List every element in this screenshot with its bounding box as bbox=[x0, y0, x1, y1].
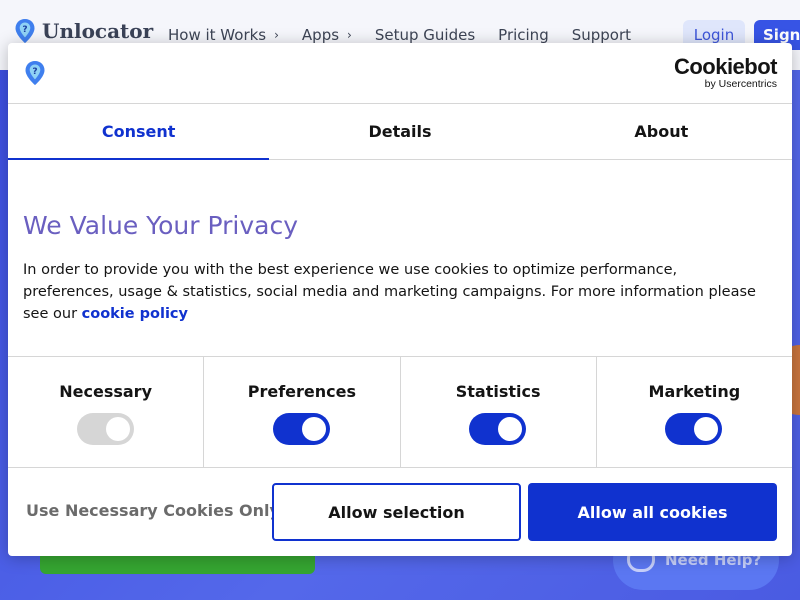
toggle-cell-marketing: Marketing bbox=[597, 357, 792, 467]
tab-about[interactable]: About bbox=[531, 104, 792, 159]
cookie-policy-link[interactable]: cookie policy bbox=[82, 306, 188, 322]
toggle-cell-necessary: Necessary bbox=[8, 357, 205, 467]
nav-item-how-it-works[interactable]: How it Works › bbox=[168, 26, 279, 44]
toggle-knob bbox=[694, 417, 719, 441]
cookie-consent-dialog: ? Cookiebot by Usercentrics Consent Deta… bbox=[8, 43, 792, 556]
nav-item-label: Setup Guides bbox=[374, 26, 476, 44]
main-nav: How it Works › Apps › Setup Guides Prici… bbox=[168, 26, 654, 44]
consent-toggles: Necessary Preferences Statistics Marketi… bbox=[8, 356, 792, 468]
unlocator-logo-icon: ? bbox=[25, 61, 45, 85]
nav-item-label: Pricing bbox=[498, 26, 549, 44]
toggle-label: Marketing bbox=[648, 382, 741, 401]
dialog-header: ? Cookiebot by Usercentrics bbox=[8, 43, 792, 104]
dialog-description: In order to provide you with the best ex… bbox=[23, 259, 763, 325]
nav-item-support[interactable]: Support bbox=[572, 26, 631, 44]
nav-item-apps[interactable]: Apps › bbox=[302, 26, 352, 44]
toggle-cell-statistics: Statistics bbox=[401, 357, 597, 467]
allow-all-cookies-button[interactable]: Allow all cookies bbox=[528, 483, 777, 541]
nav-item-label: How it Works bbox=[168, 26, 267, 44]
brand-logo[interactable]: ? Unlocator bbox=[14, 18, 153, 44]
toggle-label: Preferences bbox=[247, 382, 357, 401]
toggle-knob bbox=[301, 417, 326, 441]
toggle-marketing[interactable] bbox=[665, 413, 723, 445]
cookiebot-name: Cookiebot bbox=[673, 54, 778, 79]
toggle-cell-preferences: Preferences bbox=[204, 357, 401, 467]
nav-item-setup-guides[interactable]: Setup Guides bbox=[375, 26, 475, 44]
toggle-knob bbox=[105, 417, 130, 441]
allow-selection-button[interactable]: Allow selection bbox=[272, 483, 521, 541]
nav-item-label: Support bbox=[571, 26, 632, 44]
chevron-right-icon: › bbox=[274, 28, 279, 42]
cookiebot-logo[interactable]: Cookiebot by Usercentrics bbox=[673, 54, 778, 91]
toggle-preferences[interactable] bbox=[272, 413, 330, 445]
svg-text:?: ? bbox=[22, 25, 27, 35]
chevron-right-icon: › bbox=[347, 28, 352, 42]
brand-name: Unlocator bbox=[42, 19, 154, 43]
use-necessary-only-button[interactable]: Use Necessary Cookies Only bbox=[26, 501, 280, 520]
toggle-necessary bbox=[76, 413, 134, 445]
toggle-label: Statistics bbox=[455, 382, 541, 401]
nav-item-pricing[interactable]: Pricing bbox=[498, 26, 549, 44]
svg-text:?: ? bbox=[32, 67, 37, 77]
toggle-knob bbox=[498, 417, 523, 441]
toggle-label: Necessary bbox=[59, 382, 152, 401]
toggle-statistics[interactable] bbox=[469, 413, 527, 445]
tab-details[interactable]: Details bbox=[269, 104, 530, 159]
dialog-tabs: Consent Details About bbox=[8, 104, 792, 160]
tab-consent[interactable]: Consent bbox=[8, 104, 270, 160]
nav-item-label: Apps bbox=[301, 26, 340, 44]
dialog-actions: Use Necessary Cookies Only Allow selecti… bbox=[8, 468, 792, 556]
dialog-title: We Value Your Privacy bbox=[23, 211, 299, 240]
map-pin-icon: ? bbox=[15, 19, 35, 43]
cookiebot-sub: by Usercentrics bbox=[704, 78, 777, 90]
